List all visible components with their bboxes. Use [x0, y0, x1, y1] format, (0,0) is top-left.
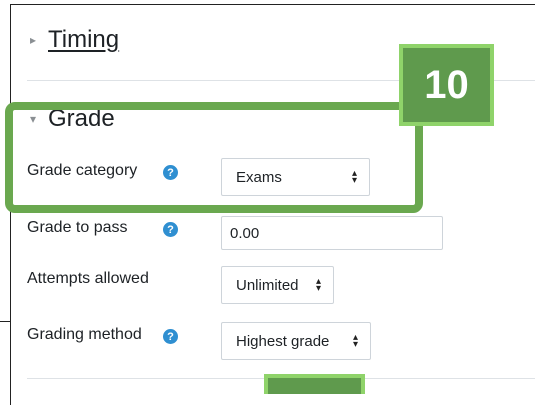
attempts-allowed-select[interactable]: Unlimited ▴ ▾ [221, 266, 334, 304]
select-arrows-icon: ▴ ▾ [315, 276, 321, 294]
help-icon[interactable]: ? [163, 222, 178, 237]
grading-method-select[interactable]: Highest grade ▴ ▾ [221, 322, 371, 360]
grade-category-highlight-box [5, 102, 423, 213]
grade-to-pass-value: 0.00 [230, 224, 260, 242]
help-icon[interactable]: ? [163, 329, 178, 344]
grade-to-pass-label: Grade to pass [27, 219, 128, 236]
attempts-allowed-label: Attempts allowed [27, 270, 149, 287]
select-arrows-icon: ▴ ▾ [352, 332, 358, 350]
timing-section-title[interactable]: Timing [48, 26, 119, 54]
attempts-allowed-value: Unlimited [236, 276, 299, 294]
next-step-badge [264, 374, 365, 394]
chevron-right-icon: ▸ [30, 33, 37, 47]
timing-section-header[interactable]: ▸ Timing [30, 26, 119, 54]
grading-method-value: Highest grade [236, 332, 330, 350]
grading-method-label: Grading method [27, 326, 142, 343]
grade-to-pass-input[interactable]: 0.00 [221, 216, 443, 250]
step-number-badge: 10 [399, 44, 494, 126]
